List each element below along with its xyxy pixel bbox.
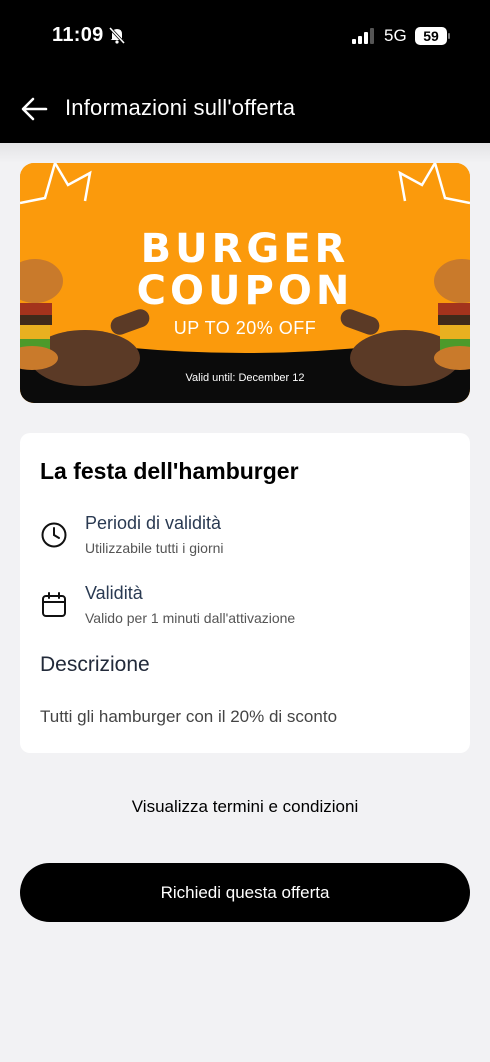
banner-title-line1: BURGER: [140, 226, 350, 272]
banner-title-line2: COUPON: [136, 268, 354, 314]
request-offer-button[interactable]: Richiedi questa offerta: [20, 863, 470, 922]
arrow-left-icon[interactable]: [18, 92, 52, 126]
battery-level: 59: [415, 27, 447, 45]
battery-nub: [448, 33, 450, 39]
page-title: Informazioni sull'offerta: [65, 95, 296, 120]
header-shadow: [0, 143, 490, 163]
clock-icon: [40, 521, 68, 549]
network-type: 5G: [384, 26, 407, 45]
validity-title: Validità: [85, 583, 143, 603]
description-heading: Descrizione: [40, 653, 150, 676]
validity-subtitle: Valido per 1 minuti dall'attivazione: [85, 610, 296, 626]
top-bar: 11:09 5G 59 Informazioni sull'offerta: [0, 0, 490, 143]
signal-icon: [352, 28, 378, 49]
offer-banner: BURGER COUPON UP TO 20% OFF Valid until:…: [20, 163, 470, 403]
offer-title: La festa dell'hamburger: [40, 458, 299, 484]
offer-details-card: La festa dell'hamburger Periodi di valid…: [20, 433, 470, 753]
bell-slash-icon: [108, 26, 126, 49]
terms-link[interactable]: Visualizza termini e condizioni: [0, 797, 490, 817]
validity-period-subtitle: Utilizzabile tutti i giorni: [85, 540, 224, 556]
banner-valid-until: Valid until: December 12: [185, 372, 305, 384]
description-text: Tutti gli hamburger con il 20% di sconto: [40, 707, 338, 726]
calendar-icon: [40, 591, 68, 619]
status-time: 11:09: [52, 24, 104, 46]
banner-discount: UP TO 20% OFF: [173, 318, 317, 338]
validity-period-title: Periodi di validità: [85, 513, 222, 533]
